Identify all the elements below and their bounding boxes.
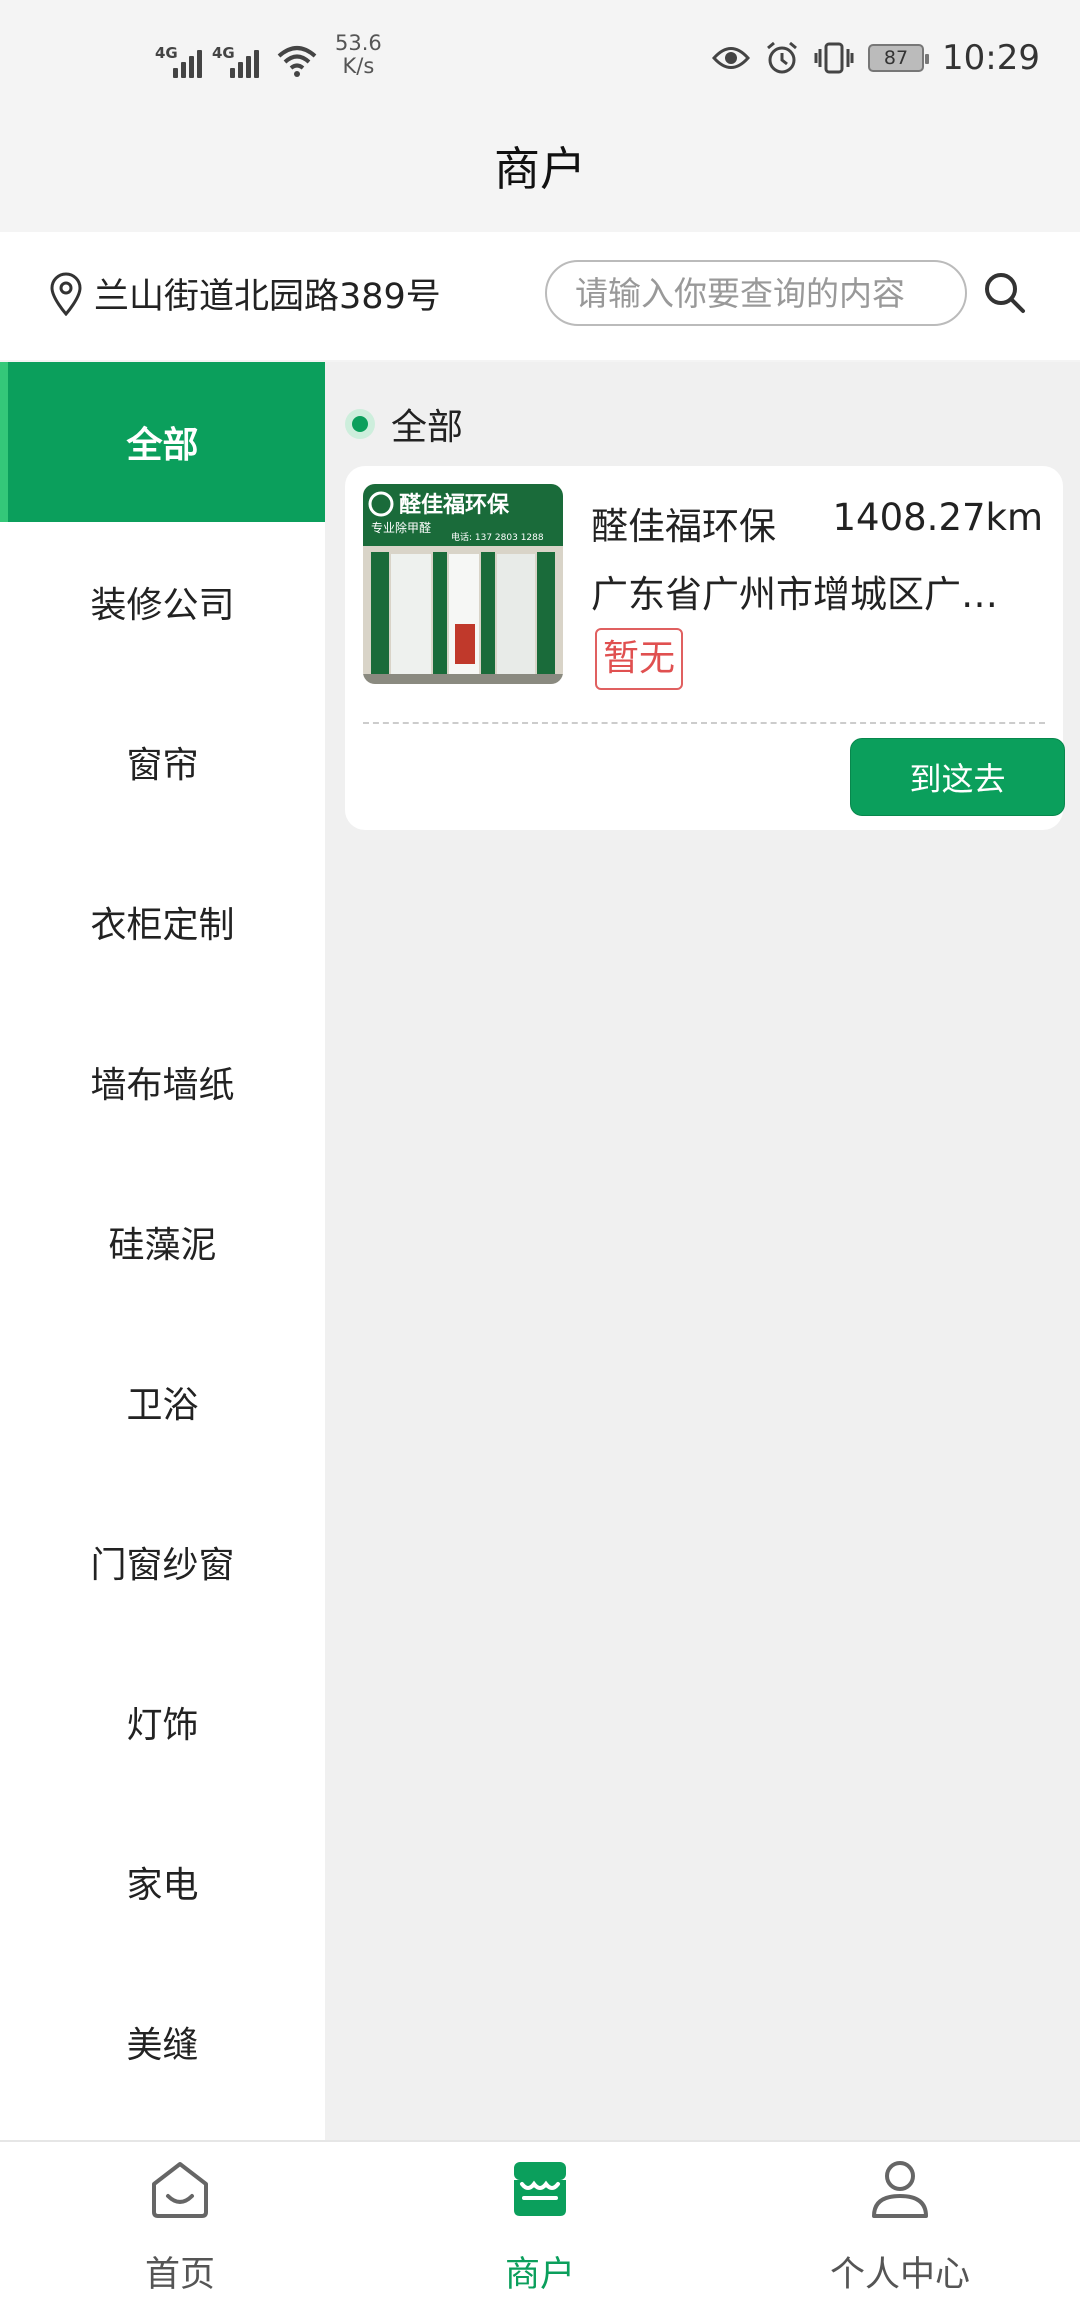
category-item-decoration-company[interactable]: 装修公司 — [0, 522, 325, 682]
merchant-name: 醛佳福环保 — [591, 505, 776, 548]
location-search-bar: 兰山街道北园路389号 — [0, 232, 1080, 360]
store-icon — [514, 2162, 566, 2216]
battery-icon: 87 — [868, 44, 930, 72]
home-icon — [152, 2162, 208, 2218]
status-bar: 4G 4G 53.6 K/s 87 10:29 — [0, 0, 1080, 120]
bottom-nav: 首页 商户 个人中心 — [0, 2140, 1080, 2310]
category-sidebar: 全部 装修公司 窗帘 衣柜定制 墙布墙纸 硅藻泥 卫浴 门窗纱窗 灯饰 家电 美… — [0, 362, 325, 2140]
category-item-doors-windows[interactable]: 门窗纱窗 — [0, 1482, 325, 1642]
merchant-distance: 1408.27km — [832, 496, 1043, 539]
merchant-tag-badge: 暂无 — [595, 628, 684, 690]
navigate-button[interactable]: 到这去 — [850, 738, 1065, 816]
vibrate-icon — [814, 42, 854, 74]
location-pin-icon — [50, 272, 82, 316]
section-dot-icon — [345, 409, 375, 439]
eye-icon — [712, 47, 751, 69]
merchant-address: 广东省广州市增城区广… — [591, 573, 998, 616]
merchant-card[interactable]: 醛佳福环保 专业除甲醛 电话: 137 2803 1288 醛佳福环保 1408… — [345, 466, 1065, 830]
search-icon[interactable] — [980, 268, 1028, 316]
alarm-icon — [767, 41, 797, 74]
wifi-icon — [277, 46, 317, 77]
category-item-wardrobe[interactable]: 衣柜定制 — [0, 842, 325, 1002]
nav-label-home: 首页 — [144, 2255, 215, 2295]
category-item-bathroom[interactable]: 卫浴 — [0, 1322, 325, 1482]
location-text: 兰山街道北园路389号 — [94, 277, 441, 317]
sign-main-text: 醛佳福环保 — [399, 493, 510, 518]
user-icon — [872, 2161, 928, 2218]
nav-item-home[interactable]: 首页 — [0, 2142, 360, 2310]
category-item-curtains[interactable]: 窗帘 — [0, 682, 325, 842]
speed-unit: K/s — [342, 54, 375, 78]
network-type-2: 4G — [212, 44, 235, 62]
nav-item-merchants[interactable]: 商户 — [360, 2142, 720, 2310]
network-type-1: 4G — [155, 44, 178, 62]
section-header: 全部 — [345, 398, 463, 450]
status-left: 4G 4G 53.6 K/s — [155, 32, 382, 78]
nav-item-profile[interactable]: 个人中心 — [720, 2142, 1080, 2310]
card-divider — [363, 722, 1045, 724]
category-item-grout[interactable]: 美缝 — [0, 1962, 325, 2122]
search-input[interactable] — [545, 260, 967, 326]
section-title: 全部 — [391, 407, 464, 448]
title-bar: 商户 — [0, 120, 1080, 232]
location[interactable]: 兰山街道北园路389号 — [48, 268, 441, 319]
sign-sub-text: 专业除甲醛 — [371, 520, 431, 535]
nav-label-profile: 个人中心 — [829, 2255, 970, 2295]
speed-value: 53.6 — [335, 31, 382, 55]
category-item-appliances[interactable]: 家电 — [0, 1802, 325, 1962]
signal-2-icon: 4G — [212, 44, 259, 78]
nav-label-merchants: 商户 — [504, 2255, 575, 2295]
merchant-content: 全部 醛佳福环保 专业除甲醛 电话: 137 2803 1288 醛佳福环保 1… — [325, 362, 1080, 2140]
category-item-lighting[interactable]: 灯饰 — [0, 1642, 325, 1802]
category-item-wallpaper[interactable]: 墙布墙纸 — [0, 1002, 325, 1162]
category-item-all[interactable]: 全部 — [0, 362, 325, 522]
status-right: 87 10:29 — [712, 38, 1040, 78]
network-speed: 53.6 K/s — [335, 32, 382, 78]
sign-phone-text: 电话: 137 2803 1288 — [451, 531, 544, 543]
signal-1-icon: 4G — [155, 44, 202, 78]
page-title: 商户 — [494, 142, 586, 196]
clock: 10:29 — [942, 38, 1040, 78]
merchant-thumbnail[interactable]: 醛佳福环保 专业除甲醛 电话: 137 2803 1288 — [363, 484, 563, 684]
storefront-image: 醛佳福环保 专业除甲醛 电话: 137 2803 1288 — [363, 484, 563, 684]
category-item-diatom-mud[interactable]: 硅藻泥 — [0, 1162, 325, 1322]
